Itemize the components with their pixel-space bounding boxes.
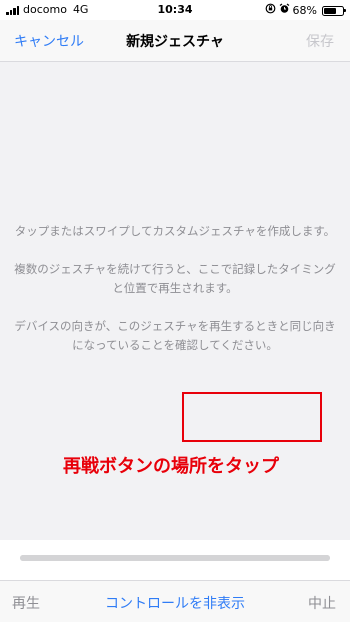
battery-icon bbox=[322, 5, 346, 16]
orientation-lock-icon bbox=[265, 3, 276, 18]
annotation-caption: 再戦ボタンの場所をタップ bbox=[63, 456, 279, 477]
gesture-progress-fill bbox=[20, 555, 330, 561]
page-title: 新規ジェスチャ bbox=[126, 34, 224, 50]
save-button[interactable]: 保存 bbox=[306, 31, 334, 51]
instruction-text-1: タップまたはスワイプしてカスタムジェスチャを作成します。 bbox=[14, 224, 336, 238]
gesture-progress-track bbox=[20, 555, 330, 561]
navigation-bar: キャンセル 新規ジェスチャ 保存 bbox=[0, 20, 350, 62]
instruction-text-2: 複数のジェスチャを続けて行うと、ここで記録したタイミングと位置で再生されます。 bbox=[14, 262, 336, 295]
instruction-text-3: デバイスの向きが、このジェスチャを再生するときと同じ向きになっていることを確認し… bbox=[14, 319, 336, 352]
battery-percent: 68% bbox=[292, 4, 317, 17]
instructions: タップまたはスワイプしてカスタムジェスチャを作成します。 複数のジェスチャを続け… bbox=[14, 222, 336, 374]
status-right: 68% bbox=[265, 3, 346, 18]
status-bar: docomo 4G 10:34 68% bbox=[0, 0, 350, 20]
alarm-icon bbox=[279, 3, 290, 18]
bottom-toolbar: 再生 コントロールを非表示 中止 bbox=[0, 580, 350, 622]
annotation-highlight-box bbox=[182, 392, 322, 442]
bottom-panel: 再生 コントロールを非表示 中止 bbox=[0, 540, 350, 622]
hide-controls-button[interactable]: コントロールを非表示 bbox=[0, 593, 350, 613]
battery-fill bbox=[324, 7, 337, 14]
stop-button[interactable]: 中止 bbox=[308, 593, 336, 613]
